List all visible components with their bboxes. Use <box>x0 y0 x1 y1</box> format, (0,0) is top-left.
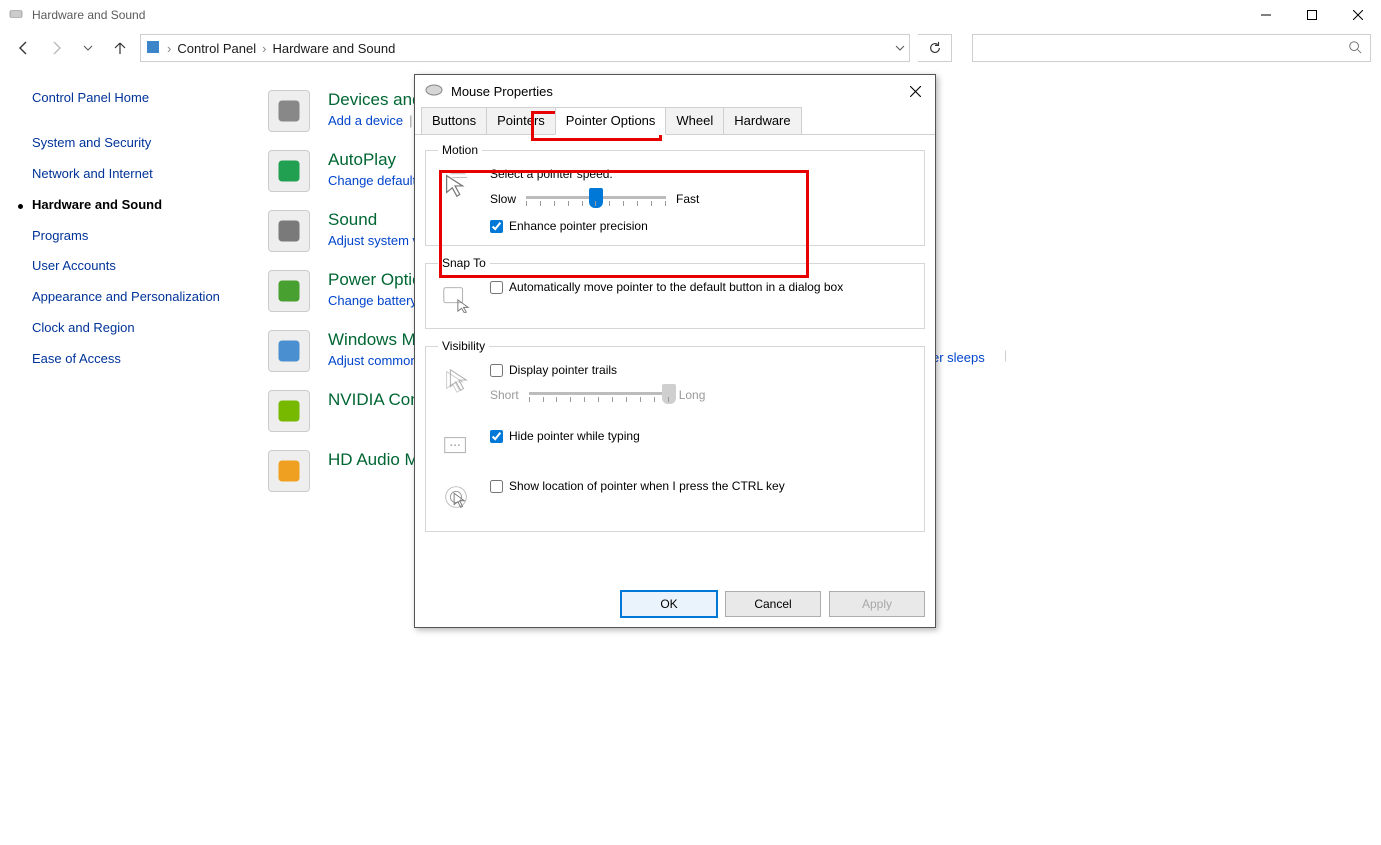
sidebar: Control Panel Home System and Security Ne… <box>0 90 252 510</box>
cancel-button[interactable]: Cancel <box>725 591 821 617</box>
tab-buttons[interactable]: Buttons <box>421 107 487 134</box>
category-icon <box>268 90 310 132</box>
category-icon <box>268 390 310 432</box>
category-icon <box>268 450 310 492</box>
hide-typing-icon <box>438 429 474 465</box>
sidebar-item[interactable]: Hardware and Sound <box>32 197 244 214</box>
tab-wheel[interactable]: Wheel <box>665 107 724 134</box>
category-icon <box>268 330 310 372</box>
forward-button[interactable] <box>44 36 68 60</box>
dialog-title: Mouse Properties <box>451 84 553 99</box>
motion-group: Motion Select a pointer speed: Slow Fas <box>425 143 925 246</box>
link-divider: | <box>409 113 412 128</box>
pointer-speed-slider[interactable] <box>526 189 666 209</box>
pointer-trails-icon <box>438 363 474 399</box>
category-link-partial[interactable]: er sleeps <box>932 350 985 365</box>
trails-short-label: Short <box>490 388 519 402</box>
sidebar-item[interactable]: Clock and Region <box>32 320 244 337</box>
visibility-legend: Visibility <box>438 339 489 353</box>
pointer-trails-checkbox[interactable]: Display pointer trails <box>490 363 912 377</box>
ctrl-locate-label: Show location of pointer when I press th… <box>509 479 785 493</box>
window-maximize-button[interactable] <box>1289 0 1335 30</box>
sidebar-item[interactable]: Ease of Access <box>32 351 244 368</box>
snapto-icon <box>438 280 474 316</box>
enhance-precision-label: Enhance pointer precision <box>509 219 648 233</box>
window-titlebar: Hardware and Sound <box>0 0 1381 30</box>
sidebar-home[interactable]: Control Panel Home <box>32 90 244 107</box>
recent-dropdown[interactable] <box>76 36 100 60</box>
tab-pointers[interactable]: Pointers <box>486 107 556 134</box>
category-icon <box>268 150 310 192</box>
mouse-properties-dialog: Mouse Properties ButtonsPointersPointer … <box>414 74 936 628</box>
breadcrumb-current[interactable]: Hardware and Sound <box>272 41 395 56</box>
ctrl-locate-icon <box>438 479 474 515</box>
apply-button[interactable]: Apply <box>829 591 925 617</box>
ok-button[interactable]: OK <box>621 591 717 617</box>
up-button[interactable] <box>108 36 132 60</box>
snapto-label: Automatically move pointer to the defaul… <box>509 280 843 294</box>
category-link[interactable]: Add a device <box>328 113 403 128</box>
dialog-close-button[interactable] <box>901 79 929 103</box>
dialog-tabs: ButtonsPointersPointer OptionsWheelHardw… <box>415 107 935 135</box>
snapto-checkbox[interactable]: Automatically move pointer to the defaul… <box>490 280 843 294</box>
pointer-trails-label: Display pointer trails <box>509 363 617 377</box>
search-input[interactable] <box>972 34 1371 62</box>
address-dropdown-button[interactable] <box>895 41 905 56</box>
ctrl-locate-checkbox[interactable]: Show location of pointer when I press th… <box>490 479 785 493</box>
category-icon <box>268 210 310 252</box>
category-icon <box>268 270 310 312</box>
breadcrumb-root[interactable]: Control Panel <box>177 41 256 56</box>
sidebar-item[interactable]: User Accounts <box>32 258 244 275</box>
sidebar-item[interactable]: Programs <box>32 228 244 245</box>
back-button[interactable] <box>12 36 36 60</box>
control-panel-shield-icon <box>145 39 161 58</box>
sidebar-item[interactable]: System and Security <box>32 135 244 152</box>
pointer-speed-icon <box>438 167 474 203</box>
fast-label: Fast <box>676 192 699 206</box>
enhance-precision-checkbox[interactable]: Enhance pointer precision <box>490 219 912 233</box>
hide-typing-checkbox[interactable]: Hide pointer while typing <box>490 429 640 443</box>
pointer-trails-slider <box>529 385 669 405</box>
snapto-legend: Snap To <box>438 256 490 270</box>
window-close-button[interactable] <box>1335 0 1381 30</box>
link-divider: | <box>1004 348 1007 362</box>
tab-hardware[interactable]: Hardware <box>723 107 801 134</box>
visibility-group: Visibility Display pointer trails Short <box>425 339 925 532</box>
breadcrumb-separator-icon: › <box>167 41 171 56</box>
sidebar-item[interactable]: Appearance and Personalization <box>32 289 244 306</box>
address-bar[interactable]: › Control Panel › Hardware and Sound <box>140 34 910 62</box>
motion-legend: Motion <box>438 143 482 157</box>
window-title: Hardware and Sound <box>32 8 145 22</box>
navigation-row: › Control Panel › Hardware and Sound <box>0 30 1381 66</box>
mouse-icon <box>425 84 443 99</box>
trails-long-label: Long <box>679 388 706 402</box>
breadcrumb-separator-icon: › <box>262 41 266 56</box>
window-minimize-button[interactable] <box>1243 0 1289 30</box>
pointer-speed-label: Select a pointer speed: <box>490 167 912 181</box>
hide-typing-label: Hide pointer while typing <box>509 429 640 443</box>
app-icon <box>8 6 24 25</box>
refresh-button[interactable] <box>918 34 952 62</box>
tab-pointer-options[interactable]: Pointer Options <box>555 107 667 135</box>
snapto-group: Snap To Automatically move pointer to th… <box>425 256 925 329</box>
sidebar-item[interactable]: Network and Internet <box>32 166 244 183</box>
search-icon <box>1348 40 1362 57</box>
slow-label: Slow <box>490 192 516 206</box>
